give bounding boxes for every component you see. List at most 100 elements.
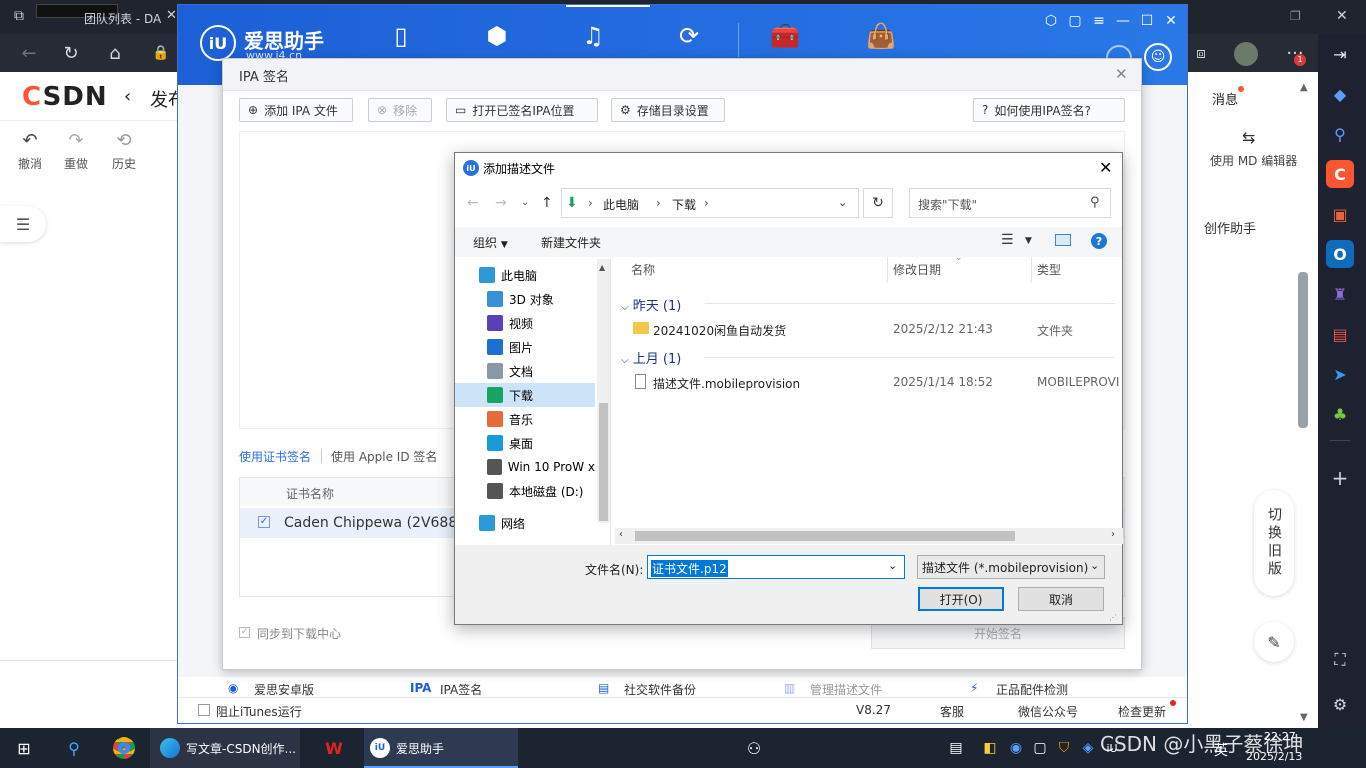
file-list-hscrollbar[interactable]: ‹ › [615, 528, 1123, 544]
split-screen-icon[interactable]: ⧈ [1186, 38, 1216, 68]
organize-button[interactable]: 组织 ▼ [473, 234, 508, 251]
breadcrumb-pc[interactable]: 此电脑 [603, 196, 639, 213]
tree-scroll-thumb[interactable] [599, 403, 608, 521]
file-row[interactable]: 20241020闲鱼自动发货 2025/2/12 21:43 文件夹 [615, 319, 1115, 341]
type-column-header[interactable]: 类型 [1037, 261, 1061, 278]
cancel-button[interactable]: 取消 [1018, 587, 1104, 611]
tab-apple-id-sign[interactable]: 使用 Apple ID 签名 [331, 448, 437, 465]
outline-toggle-icon[interactable]: ☰ [0, 206, 46, 242]
people-icon[interactable]: ⚇ [740, 734, 768, 762]
tab-close-icon[interactable]: ✕ [166, 8, 177, 23]
file-dialog-close-icon[interactable]: ✕ [1099, 158, 1112, 177]
bottom-nav-ipa[interactable]: IPA签名 [440, 681, 482, 698]
chess-icon[interactable]: ♜ [1326, 280, 1354, 308]
search-icon[interactable]: ⚲ [1326, 120, 1354, 148]
feedback-icon[interactable]: ✎ [1254, 622, 1294, 662]
preview-pane-icon[interactable] [1055, 234, 1071, 246]
add-icon[interactable]: + [1326, 464, 1354, 492]
screenshot-icon[interactable]: ⛶ [1326, 646, 1354, 674]
file-row[interactable]: 描述文件.mobileprovision 2025/1/14 18:52 MOB… [615, 372, 1119, 394]
messages-link[interactable]: 消息 [1212, 89, 1238, 108]
tree-item[interactable]: 图片 [455, 335, 595, 359]
minimize-icon[interactable]: — [1112, 13, 1134, 29]
sync-checkbox[interactable]: ✓ [239, 627, 250, 638]
search-input[interactable]: 搜索"下载" ⚲ [909, 188, 1111, 218]
breadcrumb-downloads[interactable]: 下载 [672, 196, 696, 213]
ringtone-icon[interactable]: ♫ [576, 19, 610, 53]
sidebar-pane-icon[interactable]: ⇥ [1326, 40, 1354, 68]
tree-item[interactable]: 音乐 [455, 407, 595, 431]
group-header-last-month[interactable]: ⌵ 上月 (1) [621, 348, 681, 367]
address-bar[interactable]: ⬇ › 此电脑 › 下载 › ⌄ [561, 188, 859, 218]
ipa-close-icon[interactable]: ✕ [1115, 65, 1128, 83]
tray-app-icon[interactable]: ▤ [942, 734, 970, 762]
md-switch-icon[interactable]: ⇆ [1242, 128, 1255, 147]
tab-cert-sign[interactable]: 使用证书签名 [239, 448, 311, 465]
user-icon[interactable]: ☺ [1144, 43, 1172, 71]
tree-item[interactable]: 本地磁盘 (D:) [455, 479, 595, 503]
tree-item[interactable]: 视频 [455, 311, 595, 335]
refresh-icon[interactable]: ↻ [863, 188, 893, 218]
lock-icon[interactable]: 🔒 [146, 38, 176, 68]
group-header-yesterday[interactable]: ⌵ 昨天 (1) [621, 295, 681, 314]
block-itunes-checkbox[interactable] [198, 704, 210, 716]
tree-item[interactable]: 桌面 [455, 431, 595, 455]
tray-shield-icon[interactable]: ◧ [976, 734, 1004, 762]
how-to-button[interactable]: ? 如何使用IPA签名? [973, 98, 1125, 122]
skin-icon[interactable]: ⬡ [1040, 13, 1062, 29]
bottom-nav-android[interactable]: 爱思安卓版 [254, 681, 314, 698]
restore-icon[interactable]: ❐ [1290, 9, 1301, 23]
modified-column-header[interactable]: 修改日期 [893, 261, 941, 278]
open-button[interactable]: 打开(O) [918, 587, 1004, 611]
tree-item[interactable]: 3D 对象 [455, 287, 595, 311]
name-column-header[interactable]: 名称 [631, 261, 655, 278]
wechat-link[interactable]: 微信公众号 [1018, 703, 1078, 720]
address-dropdown-icon[interactable]: ⌄ [838, 196, 847, 209]
workspaces-icon[interactable]: ⧉ [14, 8, 32, 26]
history-button[interactable]: ⟲ 历史 [104, 130, 144, 172]
view-caret-icon[interactable]: ▼ [1025, 236, 1032, 246]
new-folder-button[interactable]: 新建文件夹 [541, 234, 601, 251]
scroll-up-icon[interactable]: ▲ [1300, 82, 1308, 93]
back-icon[interactable]: ← [467, 195, 479, 211]
feedback-icon[interactable]: ▢ [1064, 13, 1086, 29]
flash-icon[interactable]: ⟳ [672, 19, 706, 53]
service-link[interactable]: 客服 [940, 703, 964, 720]
outlook-icon[interactable]: O [1326, 240, 1354, 268]
device-icon[interactable]: ▯ [384, 19, 418, 53]
storage-settings-button[interactable]: ⚙ 存储目录设置 [611, 98, 725, 122]
close-icon[interactable]: ✕ [1160, 13, 1182, 29]
store-bag-icon[interactable]: 👜 [864, 19, 898, 53]
tree-item[interactable]: Win 10 ProW x [455, 455, 595, 479]
help-icon[interactable]: ? [1091, 233, 1107, 249]
menu-icon[interactable]: ≡ [1088, 13, 1110, 29]
csdn-icon[interactable]: C [1326, 160, 1354, 188]
netease-icon[interactable]: ▤ [1326, 320, 1354, 348]
tree-item[interactable]: 网络 [455, 511, 595, 535]
home-icon[interactable]: ⌂ [100, 38, 130, 68]
taskbar-i4-item[interactable]: iU 爱思助手 [364, 728, 518, 768]
profile-avatar[interactable] [1234, 42, 1258, 66]
scroll-left-icon[interactable]: ‹ [619, 529, 623, 540]
back-chevron-icon[interactable]: ‹ [124, 86, 131, 107]
scroll-down-icon[interactable]: ▼ [1300, 712, 1308, 723]
tag-icon[interactable]: ◆ [1326, 80, 1354, 108]
csdn-logo[interactable]: CSDN [22, 82, 108, 112]
view-options-icon[interactable]: ☰ [1001, 232, 1014, 248]
wps-icon[interactable]: W [320, 734, 348, 762]
up-icon[interactable]: ↑ [541, 195, 553, 211]
resize-grip-icon[interactable]: ⋰ [1109, 613, 1117, 622]
windows-start-icon[interactable]: ⊞ [10, 734, 38, 762]
tree-icon[interactable]: ♣ [1326, 400, 1354, 428]
chrome-icon[interactable] [110, 734, 138, 762]
redo-button[interactable]: ↷ 重做 [56, 130, 96, 172]
filename-dropdown-icon[interactable]: ⌄ [888, 559, 897, 572]
assistant-button[interactable]: 创作助手 [1188, 206, 1296, 248]
md-editor-link[interactable]: 使用 MD 编辑器 [1210, 152, 1297, 169]
taskbar-edge-item[interactable]: 写文章-CSDN创作... [150, 728, 300, 768]
tab-title[interactable]: 团队列表 - DA [84, 10, 164, 27]
page-scrollbar[interactable] [1298, 272, 1308, 428]
cert-checkbox[interactable]: ✓ [258, 516, 270, 528]
browser-close-icon[interactable]: ✕ [1336, 8, 1348, 24]
refresh-icon[interactable]: ↻ [56, 38, 86, 68]
